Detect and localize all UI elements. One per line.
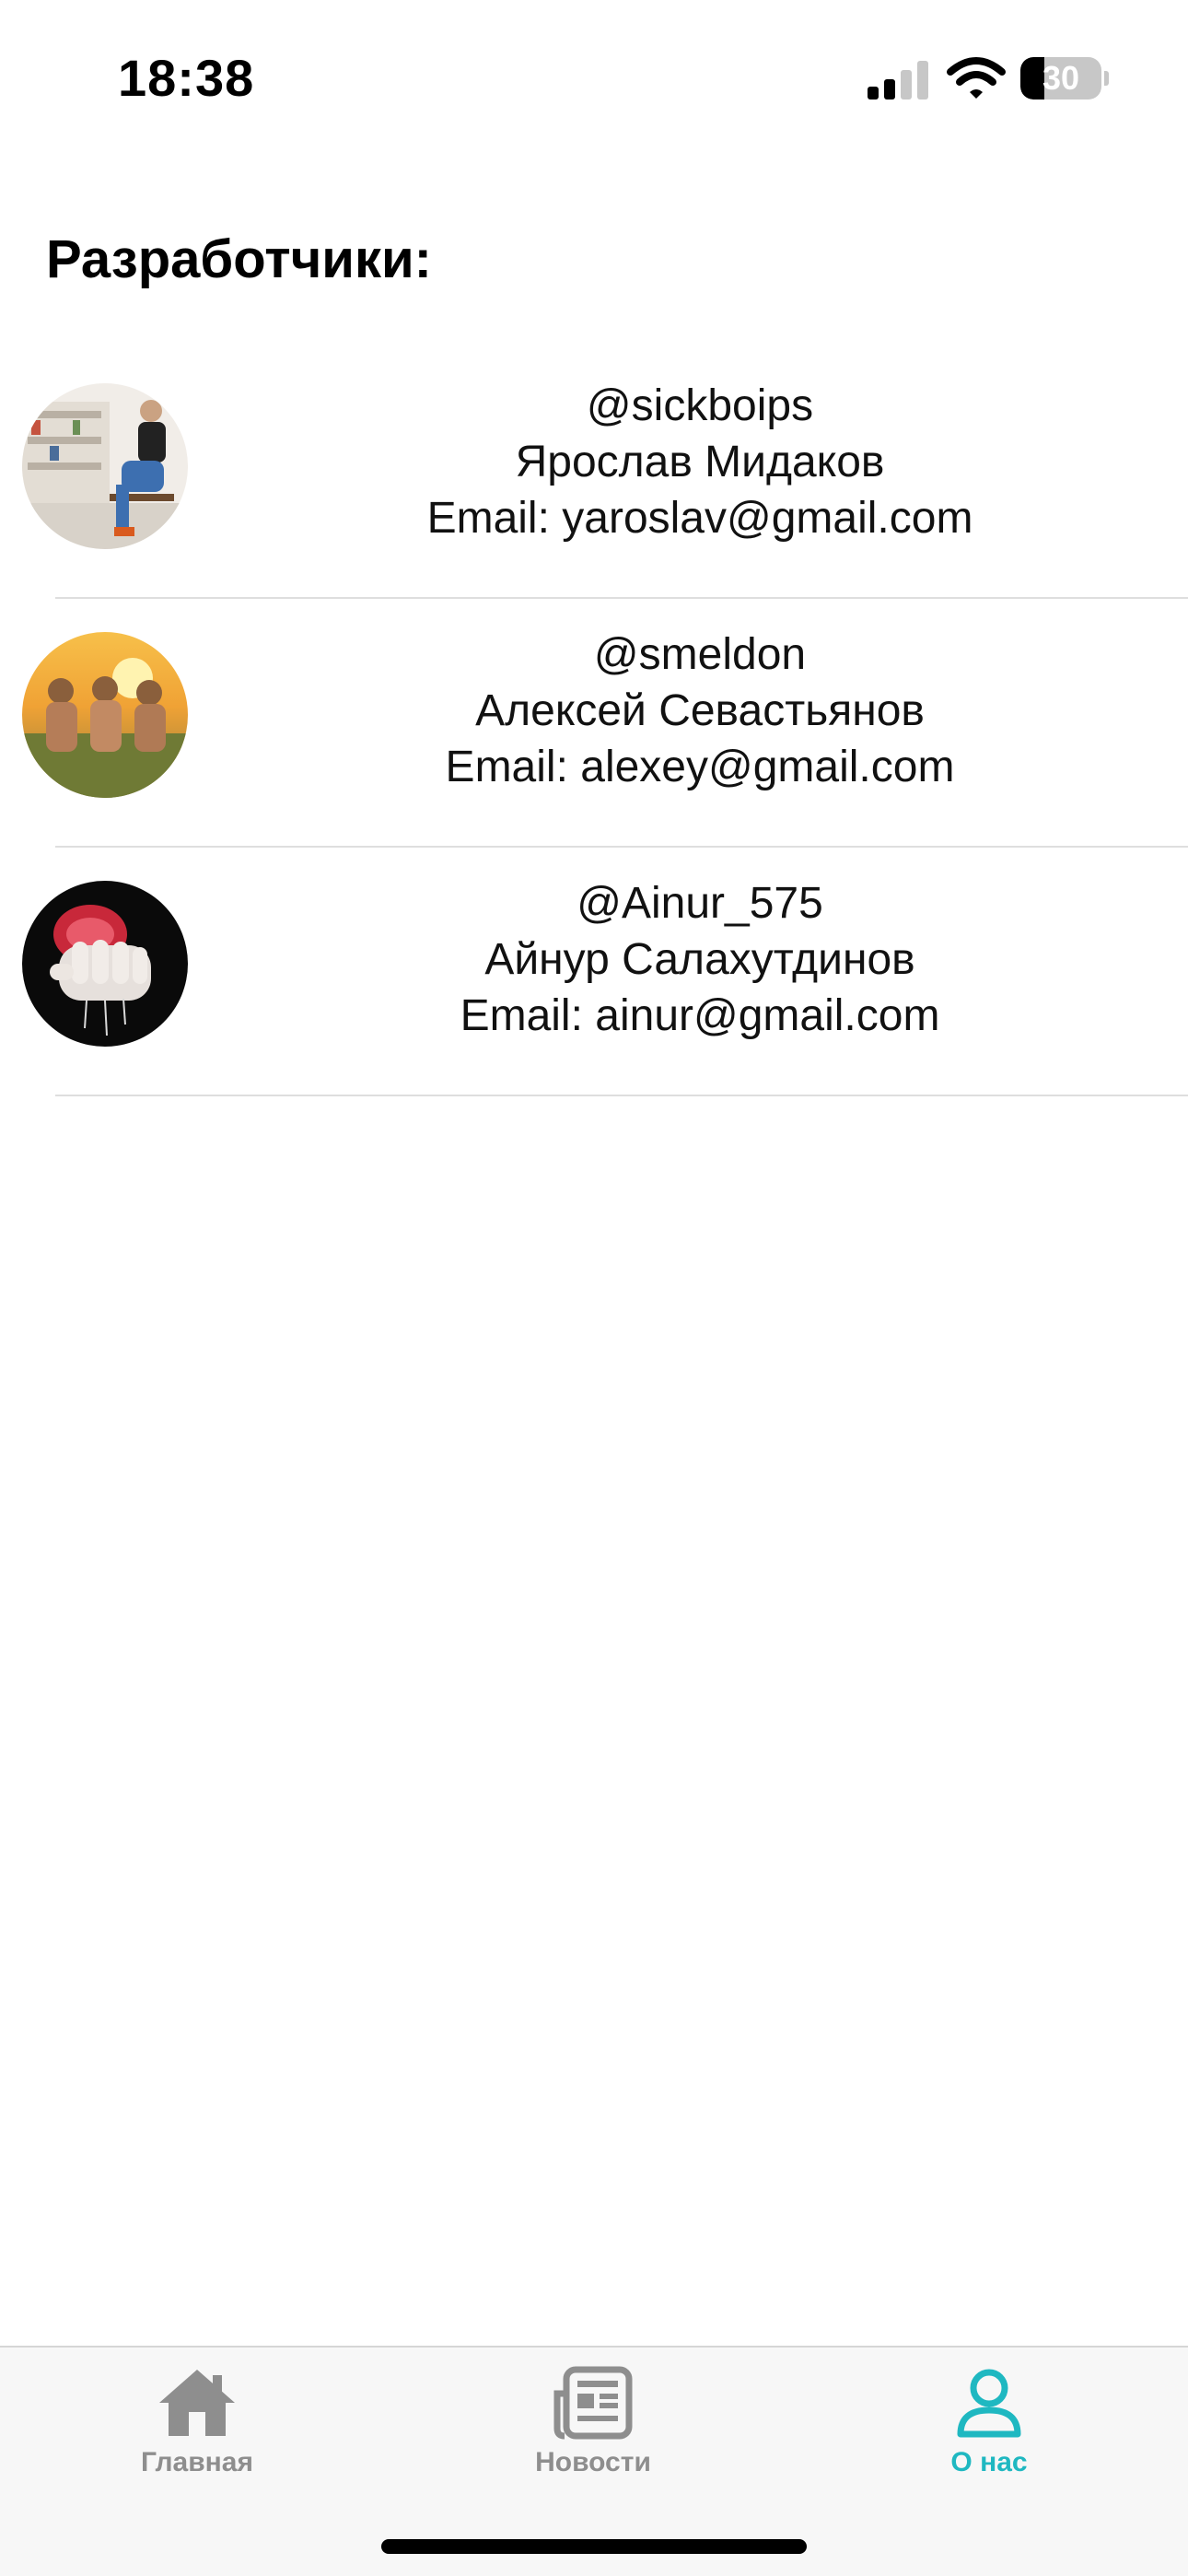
avatar	[22, 383, 188, 549]
newspaper-icon	[553, 2366, 633, 2440]
developer-name: Алексей Севастьянов	[475, 686, 925, 735]
list-item[interactable]: @smeldon Алексей Севастьянов Email: alex…	[0, 599, 1188, 848]
developer-email[interactable]: Email: yaroslav@gmail.com	[203, 490, 1188, 546]
developer-email[interactable]: Email: ainur@gmail.com	[203, 988, 1188, 1044]
page-title: Разработчики:	[46, 229, 432, 289]
avatar	[22, 881, 188, 1047]
tab-label: О нас	[950, 2447, 1028, 2477]
tab-news[interactable]: Новости	[473, 2366, 713, 2495]
tab-about[interactable]: О нас	[869, 2366, 1109, 2495]
about-screen: 18:38 30 Разработчики: @sickboips Яросла…	[0, 0, 1188, 2576]
developer-handle: @Ainur_575	[577, 879, 823, 928]
home-indicator[interactable]	[381, 2539, 807, 2554]
list-item[interactable]: @sickboips Ярослав Мидаков Email: yarosl…	[0, 350, 1188, 599]
developer-name: Ярослав Мидаков	[515, 438, 885, 486]
developer-handle: @sickboips	[586, 381, 814, 430]
developer-info: @Ainur_575 Айнур Салахутдинов Email: ain…	[203, 875, 1188, 1044]
developer-list: @sickboips Ярослав Мидаков Email: yarosl…	[0, 350, 1188, 1096]
tab-label: Новости	[535, 2447, 651, 2477]
battery-icon: 30	[1020, 55, 1109, 101]
battery-level: 30	[1042, 59, 1080, 97]
developer-email[interactable]: Email: alexey@gmail.com	[203, 739, 1188, 795]
developer-info: @sickboips Ярослав Мидаков Email: yarosl…	[203, 378, 1188, 546]
status-time: 18:38	[118, 49, 255, 107]
status-bar: 18:38 30	[0, 0, 1188, 157]
signal-icon	[868, 61, 928, 100]
row-divider	[55, 1095, 1188, 1096]
house-icon	[159, 2370, 235, 2436]
developer-handle: @smeldon	[593, 630, 807, 679]
tab-label: Главная	[140, 2447, 253, 2477]
avatar	[22, 632, 188, 798]
person-icon	[957, 2369, 1021, 2438]
list-item[interactable]: @Ainur_575 Айнур Салахутдинов Email: ain…	[0, 848, 1188, 1096]
developer-info: @smeldon Алексей Севастьянов Email: alex…	[203, 626, 1188, 795]
developer-name: Айнур Салахутдинов	[484, 935, 915, 984]
tab-home[interactable]: Главная	[77, 2366, 317, 2495]
wifi-icon	[947, 57, 1006, 99]
